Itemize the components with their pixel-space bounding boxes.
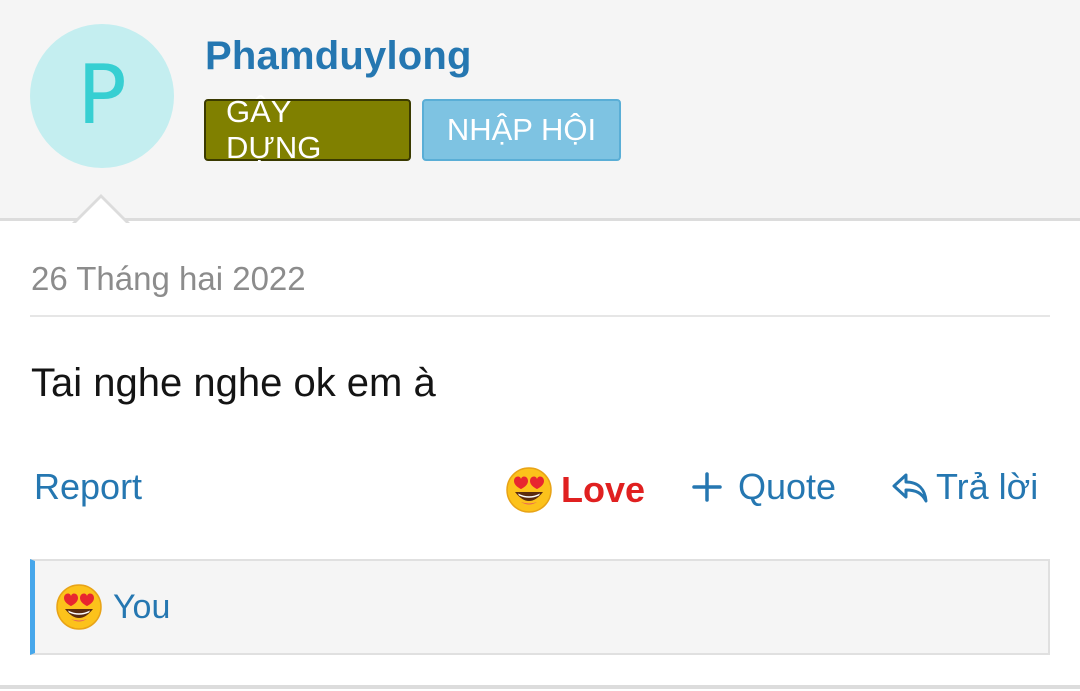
username-link[interactable]: Phamduylong: [205, 34, 472, 79]
quote-label: Quote: [738, 466, 837, 507]
badge-label: NHẬP HỘI: [446, 112, 597, 147]
avatar[interactable]: P: [30, 24, 174, 168]
quote-button[interactable]: Quote: [690, 466, 836, 508]
user-badge-gay-dung: GÂY DỰNG: [204, 94, 411, 165]
reactions-summary[interactable]: You: [113, 588, 170, 627]
divider: [0, 685, 1080, 689]
badge-label: GÂY DỰNG: [226, 94, 322, 165]
reply-button[interactable]: Trả lời: [890, 466, 1038, 508]
reply-arrow-icon: [890, 467, 930, 507]
user-badge-nhap-hoi: NHẬP HỘI: [422, 99, 621, 161]
love-label: Love: [561, 469, 646, 510]
post-header: P Phamduylong GÂY DỰNG NHẬP HỘI: [0, 0, 1080, 221]
callout-arrow-fill: [75, 198, 127, 224]
report-label: Report: [34, 466, 143, 507]
reply-label: Trả lời: [936, 466, 1039, 507]
plus-icon: [690, 470, 724, 504]
avatar-letter: P: [77, 48, 127, 143]
report-button[interactable]: Report: [34, 466, 142, 508]
post-message: Tai nghe nghe ok em à: [31, 361, 436, 405]
love-button[interactable]: Love: [505, 466, 645, 514]
reactions-bar[interactable]: You: [30, 559, 1050, 655]
heart-eyes-emoji-icon: [55, 583, 103, 631]
post-date[interactable]: 26 Tháng hai 2022: [31, 260, 306, 298]
divider: [30, 315, 1050, 317]
heart-eyes-emoji-icon: [505, 466, 553, 514]
